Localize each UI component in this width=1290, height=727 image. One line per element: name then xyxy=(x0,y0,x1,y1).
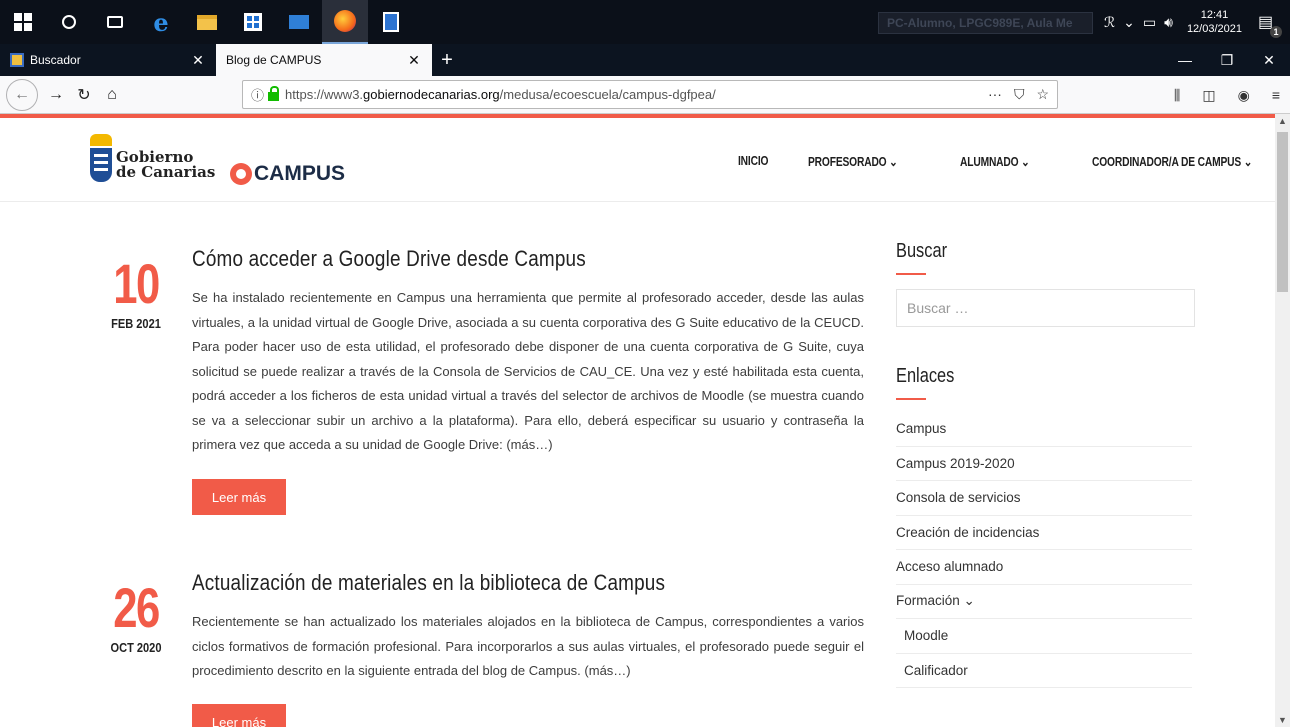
notification-count: 1 xyxy=(1270,26,1282,38)
lock-icon[interactable] xyxy=(268,86,280,101)
campus-logo-icon xyxy=(230,163,252,185)
people-icon[interactable]: ℛ xyxy=(1104,14,1115,31)
menu-item-alumnado[interactable]: ALUMNADO ⌄ xyxy=(960,154,1042,169)
new-tab-button[interactable]: + xyxy=(432,44,462,76)
close-window-icon[interactable]: ✕ xyxy=(1248,44,1290,76)
notification-icon[interactable]: ▤ 1 xyxy=(1258,12,1282,38)
firefox-icon[interactable] xyxy=(322,0,368,44)
search-input[interactable]: Buscar … xyxy=(896,289,1195,327)
forward-arrow-icon[interactable]: → xyxy=(42,86,70,104)
tab-blog-de-campus[interactable]: Blog de CAMPUS ✕ xyxy=(216,44,432,76)
system-clock[interactable]: 12:41 12/03/2021 xyxy=(1187,8,1242,36)
document-app-icon[interactable] xyxy=(368,0,414,44)
network-icon[interactable]: ▭ xyxy=(1143,14,1156,31)
link-campus[interactable]: Campus xyxy=(896,412,1192,447)
crest-icon xyxy=(90,134,112,182)
reload-icon[interactable]: ↻ xyxy=(70,85,98,105)
close-icon[interactable]: ✕ xyxy=(190,52,206,69)
post-day: 10 xyxy=(113,252,160,315)
clock-date: 12/03/2021 xyxy=(1186,23,1242,35)
system-tray: ℛ ⌄ ▭ 🔊︎ 12:41 12/03/2021 ▤ 1 xyxy=(1104,0,1290,44)
taskbar-info-box: PC-Alumno, LPGC989E, Aula Me xyxy=(878,12,1093,34)
logo-line2: de Canarias xyxy=(116,163,216,181)
read-more-button[interactable]: Leer más xyxy=(192,479,286,515)
post-month: OCT 2020 xyxy=(110,640,162,655)
link-creacion-incidencias[interactable]: Creación de incidencias xyxy=(896,516,1192,550)
minimize-icon[interactable]: — xyxy=(1164,44,1206,76)
scrollbar-thumb[interactable] xyxy=(1277,132,1288,292)
url-domain: gobiernodecanarias.org xyxy=(363,87,500,102)
menu-item-inicio[interactable]: INICIO xyxy=(738,154,795,169)
site-header: Gobierno de Canarias CAMPUS INICIO PROFE… xyxy=(0,118,1275,202)
gobierno-canarias-logo[interactable]: Gobierno de Canarias xyxy=(90,134,215,182)
post-title[interactable]: Cómo acceder a Google Drive desde Campus xyxy=(192,246,586,272)
url-prefix: https://www3. xyxy=(285,87,364,102)
post-date: 26 OCT 2020 xyxy=(104,576,168,656)
url-path: /medusa/ecoescuela/campus-dgfpea/ xyxy=(499,87,716,102)
store-icon[interactable] xyxy=(230,0,276,44)
home-icon[interactable]: ⌂ xyxy=(98,86,126,104)
web-page: Gobierno de Canarias CAMPUS INICIO PROFE… xyxy=(0,114,1290,727)
link-moodle[interactable]: Moodle xyxy=(896,619,1192,654)
back-arrow-icon[interactable]: ← xyxy=(6,78,38,111)
windows-start-icon[interactable] xyxy=(0,0,46,44)
tab-title: Buscador xyxy=(30,53,81,67)
restore-icon[interactable]: ❐ xyxy=(1206,44,1248,76)
edge-browser-icon[interactable]: e xyxy=(138,0,184,44)
mail-icon[interactable] xyxy=(276,0,322,44)
links-widget-title: Enlaces xyxy=(896,365,955,387)
volume-icon[interactable]: 🔊︎ xyxy=(1164,14,1173,31)
widget-underline xyxy=(896,398,926,400)
url-bar[interactable]: ⓘ https://www3.gobiernodecanarias.org/me… xyxy=(242,80,1058,109)
account-icon[interactable]: ◉ xyxy=(1238,87,1250,104)
links-list: Campus Campus 2019-2020 Consola de servi… xyxy=(896,412,1192,688)
blog-post: 10 FEB 2021 Cómo acceder a Google Drive … xyxy=(104,246,864,526)
close-icon[interactable]: ✕ xyxy=(406,52,422,69)
post-excerpt: Recientemente se han actualizado los mat… xyxy=(192,614,864,678)
link-consola-servicios[interactable]: Consola de servicios xyxy=(896,481,1192,516)
post-month: FEB 2021 xyxy=(111,316,161,331)
browser-toolbar: ← → ↻ ⌂ ⓘ https://www3.gobiernodecanaria… xyxy=(0,76,1290,114)
file-explorer-icon[interactable] xyxy=(184,0,230,44)
tab-favicon xyxy=(10,53,24,67)
windows-taskbar: e PC-Alumno, LPGC989E, Aula Me ℛ ⌄ ▭ 🔊︎ … xyxy=(0,0,1290,44)
search-widget-title: Buscar xyxy=(896,240,948,262)
bookmark-star-icon[interactable]: ☆ xyxy=(1036,86,1049,103)
menu-icon[interactable]: ≡ xyxy=(1272,87,1280,103)
page-actions-icon[interactable]: ··· xyxy=(988,86,1002,103)
browser-tab-strip: Buscador ✕ Blog de CAMPUS ✕ + — ❐ ✕ xyxy=(0,44,1290,76)
campus-logo-text: CAMPUS xyxy=(254,162,346,185)
chevron-up-icon[interactable]: ⌄ xyxy=(1123,14,1135,31)
read-more-button[interactable]: Leer más xyxy=(192,704,286,727)
post-date: 10 FEB 2021 xyxy=(104,252,168,332)
url-text[interactable]: https://www3.gobiernodecanarias.org/medu… xyxy=(285,87,716,102)
scroll-up-icon[interactable]: ▲ xyxy=(1275,116,1290,126)
post-day: 26 xyxy=(113,576,160,639)
post-title[interactable]: Actualización de materiales en la biblio… xyxy=(192,570,665,596)
link-calificador[interactable]: Calificador xyxy=(896,654,1192,688)
info-icon[interactable]: ⓘ xyxy=(251,85,264,104)
link-formacion[interactable]: Formación ⌄ xyxy=(896,585,1192,619)
scroll-down-icon[interactable]: ▼ xyxy=(1275,715,1290,725)
sidebar-icon[interactable]: ◫ xyxy=(1202,87,1215,104)
main-menu: INICIO PROFESORADO ⌄ ALUMNADO ⌄ COORDINA… xyxy=(738,154,1290,169)
task-view-icon[interactable] xyxy=(92,0,138,44)
campus-logo[interactable]: CAMPUS xyxy=(230,162,345,186)
pocket-icon[interactable]: ⛉ xyxy=(1014,86,1025,103)
link-campus-2019-2020[interactable]: Campus 2019-2020 xyxy=(896,447,1192,481)
post-excerpt: Se ha instalado recientemente en Campus … xyxy=(192,290,864,452)
clock-time: 12:41 xyxy=(1200,9,1229,21)
widget-underline xyxy=(896,273,926,275)
cortana-icon[interactable] xyxy=(46,0,92,44)
tab-buscador[interactable]: Buscador ✕ xyxy=(0,44,216,76)
window-controls: — ❐ ✕ xyxy=(1164,44,1290,76)
menu-item-profesorado[interactable]: PROFESORADO ⌄ xyxy=(808,154,906,169)
menu-item-coordinador[interactable]: COORDINADOR/A DE CAMPUS ⌄ xyxy=(1092,154,1252,169)
blog-post: 26 OCT 2020 Actualización de materiales … xyxy=(104,570,864,727)
tab-title: Blog de CAMPUS xyxy=(226,53,322,67)
library-icon[interactable]: ⫼ xyxy=(1174,87,1180,104)
page-scrollbar[interactable]: ▲ ▼ xyxy=(1275,114,1290,727)
sidebar: Buscar Buscar … Enlaces Campus Campus 20… xyxy=(896,240,1196,688)
link-acceso-alumnado[interactable]: Acceso alumnado xyxy=(896,550,1192,585)
